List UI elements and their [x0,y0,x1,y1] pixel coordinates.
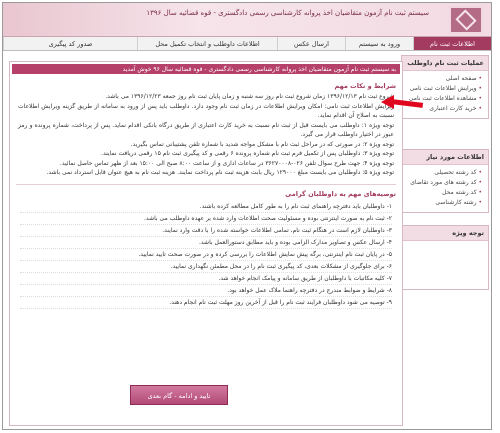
judiciary-logo [449,6,483,34]
nav-tracking-code[interactable]: صدور کد پیگیری [3,37,137,50]
site-header: سیستم ثبت نام آزمون متقاضیان اخذ پروانه … [3,3,491,37]
red-arrow-annotation [381,95,424,109]
list-item: ۹- توصیه می شود داوطلبان فرایند ثبت نام … [20,297,392,309]
sidebar-item-home[interactable]: صفحه اصلی [405,74,482,84]
sidebar-box-title: توجه ویژه [402,226,488,241]
paragraph: شروع ثبت نام ۱۳۹۶/۱۲/۱۳ زمان شروع ثبت نا… [105,93,394,100]
sidebar-box-title: اطلاعات مورد نیاز [402,150,488,165]
site-title: سیستم ثبت نام آزمون متقاضیان اخذ پروانه … [146,9,429,17]
sidebar-required-info-box: اطلاعات مورد نیاز کد رشته تحصیلی کد رشته… [401,149,489,213]
paragraph: توجه ویژه ۲: در صورتی که در مراحل ثبت نا… [130,140,394,148]
welcome-banner: به سیستم ثبت نام آزمون متقاضیان اخذ پروا… [12,64,400,74]
paragraph: توجه ویژه ۵: داوطلبان می بایست مبلغ ۱۲۹۰… [46,169,394,176]
nav-send-photo[interactable]: ارسال عکس [277,37,345,50]
nav-login[interactable]: ورود به سیستم [345,37,413,50]
sidebar-item-location-code[interactable]: کد رشته محل [405,188,482,198]
paragraph: توجه ویژه ۱: داوطلب می بایست قبل از ثبت … [18,121,395,139]
section-title: شرایط و نکات مهم [334,82,397,90]
browser-frame: سیستم ثبت نام آزمون متقاضیان اخذ پروانه … [2,2,492,430]
sidebar-item-field-code[interactable]: کد رشته تحصیلی [405,168,482,178]
sidebar-registration-box: عملیات ثبت نام داوطلب صفحه اصلی ویرایش ا… [401,55,489,119]
sidebar-item-expert-field[interactable]: رشته کارشناسی [405,198,482,208]
sidebar-item-edit-info[interactable]: ویرایش اطلاعات ثبت نامی [405,84,482,94]
sidebar-item-requested-fields[interactable]: کد رشته های مورد تقاضای [405,178,482,188]
main-content: به سیستم ثبت نام آزمون متقاضیان اخذ پروا… [9,61,403,426]
list-item: ۸- شرایط و ضوابط مندرج در دفترچه راهنما … [20,285,392,297]
list-item: ۳- داوطلبان لازم است در هنگام ثبت نام، ت… [20,225,392,237]
confirm-next-button[interactable]: تایید و ادامه - گام بعدی [130,385,228,405]
top-navigation: اطلاعات ثبت نام ورود به سیستم ارسال عکس … [3,37,491,51]
list-item: ۶- برای جلوگیری از مشکلات بعدی، کد پیگیر… [20,261,392,273]
list-item: ۱- داوطلبان باید دفترچه راهنمای ثبت نام … [20,201,392,213]
list-item: ۵- در پایان ثبت نام اینترنتی، برگه پیش ن… [20,249,392,261]
sidebar: عملیات ثبت نام داوطلب صفحه اصلی ویرایش ا… [401,55,489,295]
notes-title: توصیه‌های مهم به داوطلبان گرامی [285,189,396,198]
list-item: ۲- ثبت نام به صورت اینترنتی بوده و مسئول… [20,213,392,225]
sidebar-box-title: عملیات ثبت نام داوطلب [402,56,488,71]
nav-applicant-info[interactable]: اطلاعات داوطلب و انتخاب تکمیل محل [137,37,277,50]
divider [16,183,396,185]
list-item: ۷- کلیه مکاتبات با داوطلبان از طریق ساما… [20,273,392,285]
paragraph: توجه ویژه ۴: جهت طرح سوال تلفن ۰۲۶-۳۶۲۷۰… [59,159,394,167]
paragraph-highlight: توجه ویژه ۳: داوطلبان پس از تکمیل فرم ثب… [101,150,394,157]
sidebar-special-note-box: توجه ویژه [401,225,489,290]
notes-list: ۱- داوطلبان باید دفترچه راهنمای ثبت نام … [10,201,402,309]
paragraph: ویرایش اطلاعات ثبت نامی: امکان ویرایش اط… [18,102,394,120]
nav-registration-info[interactable]: اطلاعات ثبت نام [413,37,491,50]
list-item: ۴- ارسال عکس و تصاویر مدارک الزامی بوده … [20,237,392,249]
